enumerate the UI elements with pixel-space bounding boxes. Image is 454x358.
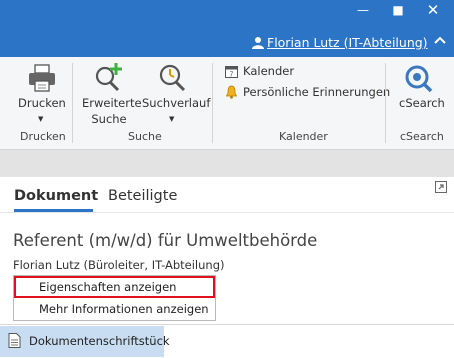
tab-divider bbox=[0, 212, 454, 213]
menu-item-show-properties[interactable]: Eigenschaften anzeigen bbox=[14, 276, 215, 298]
group-label-drucken: Drucken bbox=[20, 130, 66, 143]
user-icon bbox=[252, 37, 264, 49]
menu-item-more-information[interactable]: Mehr Informationen anzeigen bbox=[15, 299, 214, 319]
bottom-document-label: Dokumentenschriftstück bbox=[29, 334, 170, 348]
search-history-dropdown-arrow-icon[interactable]: ▼ bbox=[169, 115, 174, 123]
print-dropdown-arrow-icon[interactable]: ▼ bbox=[38, 115, 43, 123]
bell-icon bbox=[225, 85, 238, 99]
calendar-icon: 7 bbox=[225, 66, 238, 79]
csearch-button-label: cSearch bbox=[399, 96, 445, 110]
minimize-button[interactable]: — bbox=[351, 2, 375, 18]
svg-text:7: 7 bbox=[230, 72, 234, 79]
tab-dokument[interactable]: Dokument bbox=[14, 188, 98, 204]
collapse-ribbon-chevron-up-icon[interactable] bbox=[433, 33, 447, 47]
maximize-button[interactable]: ■ bbox=[386, 2, 410, 18]
context-menu: Eigenschaften anzeigen Mehr Informatione… bbox=[13, 275, 216, 321]
calendar-label: Kalender bbox=[243, 64, 295, 78]
group-label-kalender: Kalender bbox=[279, 130, 328, 143]
group-separator bbox=[385, 63, 386, 143]
group-separator bbox=[72, 63, 73, 143]
author-line[interactable]: Florian Lutz (Büroleiter, IT-Abteilung) bbox=[13, 258, 224, 272]
csearch-icon bbox=[405, 65, 433, 93]
group-label-csearch: cSearch bbox=[400, 130, 444, 143]
advanced-search-label-line2: Suche bbox=[91, 112, 127, 126]
printer-icon bbox=[29, 64, 55, 92]
ribbon: Drucken ▼ Drucken Erweiterte Suche Suchv… bbox=[0, 57, 454, 150]
document-icon bbox=[8, 333, 21, 348]
document-title: Referent (m/w/d) für Umweltbehörde bbox=[13, 231, 318, 250]
title-bar: — ■ ✕ Florian Lutz (IT-Abteilung) bbox=[0, 0, 454, 57]
tab-beteiligte[interactable]: Beteiligte bbox=[108, 188, 177, 204]
search-plus-icon bbox=[95, 63, 122, 92]
expand-icon[interactable] bbox=[435, 181, 447, 193]
print-button-label: Drucken bbox=[18, 96, 66, 110]
advanced-search-label-line1: Erweiterte bbox=[82, 96, 142, 110]
toolbar-band bbox=[0, 150, 454, 177]
group-label-suche: Suche bbox=[128, 130, 162, 143]
close-button[interactable]: ✕ bbox=[421, 2, 445, 18]
group-separator bbox=[212, 63, 213, 143]
search-history-icon bbox=[159, 64, 186, 92]
search-history-label: Suchverlauf bbox=[142, 96, 211, 110]
user-account-link[interactable]: Florian Lutz (IT-Abteilung) bbox=[267, 35, 428, 50]
personal-reminders-label: Persönliche Erinnerungen bbox=[243, 85, 391, 99]
